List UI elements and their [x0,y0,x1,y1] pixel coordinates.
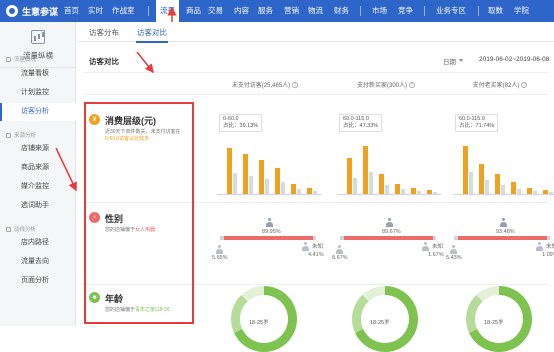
annotation-arrow-sidebar [55,147,77,192]
annotation-arrow-tab [136,51,154,74]
annotation-arrows [55,6,177,192]
